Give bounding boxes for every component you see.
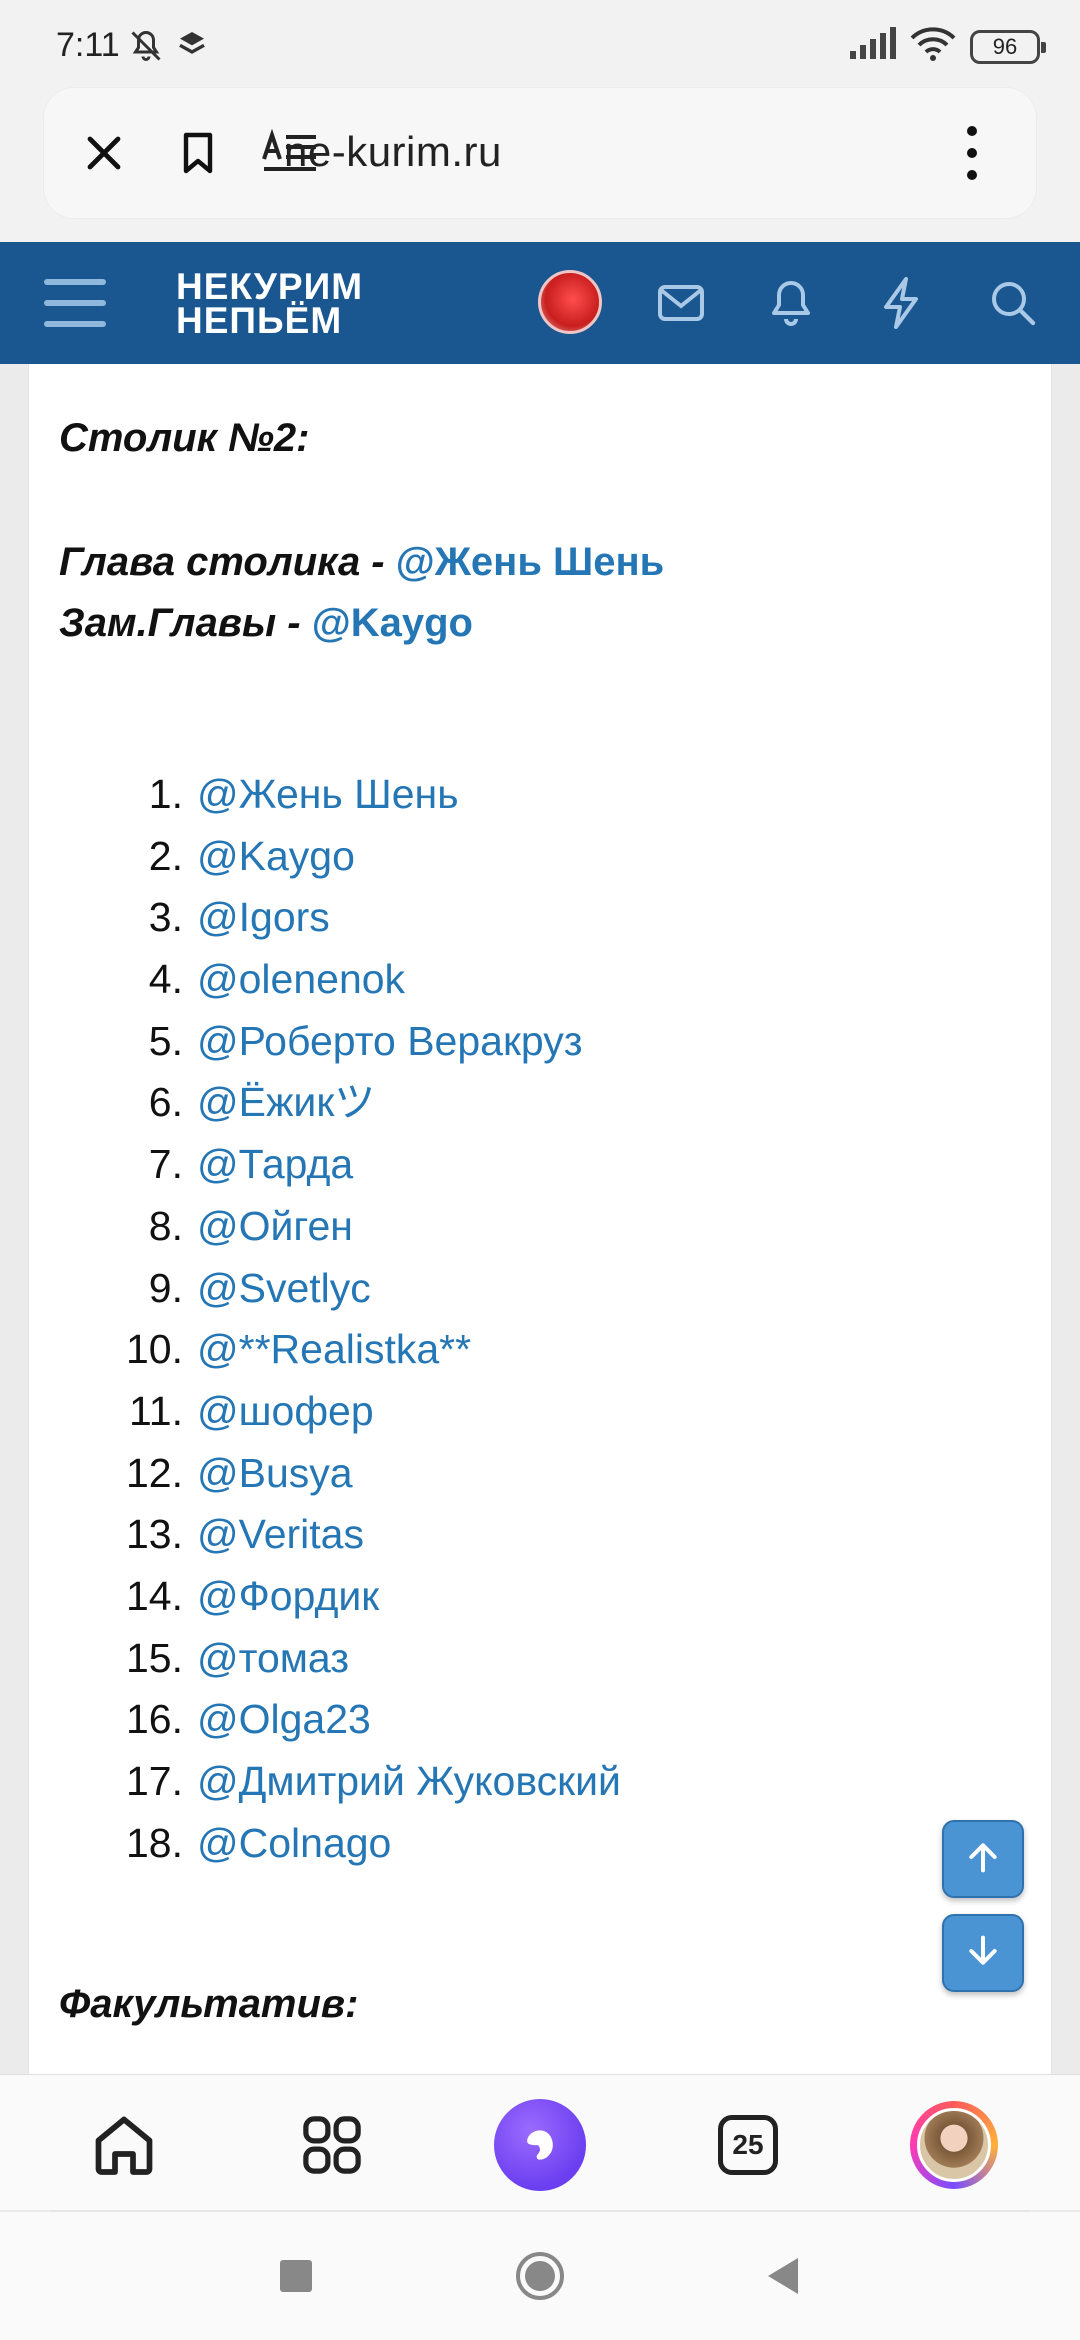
user-avatar[interactable]	[538, 270, 602, 334]
member-mention[interactable]: @Busya	[197, 1450, 353, 1496]
list-item[interactable]: 12. @Busya	[59, 1443, 621, 1505]
list-item[interactable]: 11. @шофер	[59, 1381, 621, 1443]
member-mention[interactable]: @Фордик	[197, 1573, 379, 1619]
head-label: Глава столика -	[59, 540, 396, 584]
search-icon[interactable]	[976, 266, 1050, 340]
member-mention[interactable]: @Veritas	[197, 1511, 364, 1557]
list-item[interactable]: 9. @Svetlyc	[59, 1258, 621, 1320]
url-text[interactable]: ne-kurim.ru	[284, 128, 502, 176]
mail-icon[interactable]	[644, 266, 718, 340]
arrow-down-icon	[963, 1931, 1003, 1976]
list-item[interactable]: 17. @Дмитрий Жуковский	[59, 1751, 621, 1813]
head-line: Глава столика - @Жень Шень	[59, 540, 664, 585]
logo-line1: НЕКУРИМ	[176, 266, 364, 307]
close-icon[interactable]	[72, 121, 136, 185]
bookmark-icon[interactable]	[166, 121, 230, 185]
browser-toolbar: ne-kurim.ru	[0, 88, 1080, 242]
list-item[interactable]: 6. @Ёжикツ	[59, 1072, 621, 1134]
members-list: 1. @Жень Шень 2. @Kaygo 3. @Igors 4. @olenen…	[59, 764, 621, 1874]
profile-photo	[917, 2108, 991, 2182]
alice-assistant-icon[interactable]	[492, 2097, 588, 2193]
head-mention[interactable]: @Жень Шень	[396, 540, 664, 584]
elective-title: Факультатив:	[59, 1982, 359, 2026]
tabs-count: 25	[718, 2115, 778, 2175]
list-item[interactable]: 14. @Фордик	[59, 1566, 621, 1628]
lightning-icon[interactable]	[864, 266, 938, 340]
member-mention[interactable]: @Жень Шень	[197, 771, 459, 817]
logo-line2: НЕПЬЁМ	[176, 300, 343, 341]
list-item[interactable]: 1. @Жень Шень	[59, 764, 621, 826]
signal-icon	[848, 27, 896, 66]
bell-icon[interactable]	[754, 266, 828, 340]
scroll-down-button[interactable]	[942, 1914, 1024, 1992]
list-item[interactable]: 18. @Colnago	[59, 1813, 621, 1875]
screen: 7:11 96 ne-kurim.ru НЕКУРИМ НЕПЬЁМ Столи…	[0, 0, 1080, 2340]
layers-icon	[176, 28, 208, 69]
status-time: 7:11	[56, 26, 120, 64]
member-mention[interactable]: @olenenok	[197, 956, 405, 1002]
battery-level: 96	[992, 33, 1018, 59]
member-mention[interactable]: @Olga23	[197, 1696, 371, 1742]
list-item[interactable]: 15. @томаз	[59, 1628, 621, 1690]
member-mention[interactable]: @Colnago	[197, 1820, 391, 1866]
list-item[interactable]: 5. @Роберто Веракруз	[59, 1011, 621, 1073]
profile-avatar[interactable]	[906, 2097, 1002, 2193]
list-item[interactable]: 10. @**Realistka**	[59, 1319, 621, 1381]
home-system-button[interactable]	[510, 2246, 570, 2306]
list-item[interactable]: 7. @Тарда	[59, 1134, 621, 1196]
member-mention[interactable]: @Ойген	[197, 1203, 353, 1249]
member-mention[interactable]: @Igors	[197, 894, 330, 940]
member-mention[interactable]: @Дмитрий Жуковский	[197, 1758, 621, 1804]
member-mention[interactable]: @шофер	[197, 1388, 374, 1434]
member-mention[interactable]: @Ёжикツ	[197, 1079, 375, 1125]
member-mention[interactable]: @томаз	[197, 1635, 349, 1681]
url-bar[interactable]: ne-kurim.ru	[44, 88, 1036, 218]
deputy-mention[interactable]: @Kaygo	[312, 601, 473, 645]
member-mention[interactable]: @**Realistka**	[197, 1326, 471, 1372]
list-item[interactable]: 16. @Olga23	[59, 1689, 621, 1751]
site-logo[interactable]: НЕКУРИМ НЕПЬЁМ	[176, 266, 364, 341]
list-item[interactable]: 3. @Igors	[59, 887, 621, 949]
apps-grid-icon[interactable]	[284, 2097, 380, 2193]
deputy-line: Зам.Главы - @Kaygo	[59, 601, 473, 646]
battery-indicator: 96	[970, 29, 1046, 64]
status-bar: 7:11 96	[0, 0, 1080, 88]
member-mention[interactable]: @Kaygo	[197, 833, 355, 879]
table-title: Столик №2:	[59, 416, 310, 460]
wifi-icon	[910, 26, 956, 67]
system-nav	[0, 2212, 1080, 2340]
bottom-nav: 25	[0, 2074, 1080, 2210]
post-content: Столик №2: Глава столика - @Жень Шень За…	[28, 364, 1052, 2074]
square-icon	[280, 2260, 312, 2292]
list-item[interactable]: 13. @Veritas	[59, 1504, 621, 1566]
arrow-up-icon	[963, 1837, 1003, 1882]
recents-button[interactable]	[266, 2246, 326, 2306]
list-item[interactable]: 2. @Kaygo	[59, 826, 621, 888]
list-item[interactable]: 4. @olenenok	[59, 949, 621, 1011]
circle-icon	[516, 2252, 564, 2300]
hamburger-menu-icon[interactable]	[38, 266, 112, 340]
more-vertical-icon[interactable]	[940, 121, 1004, 185]
member-mention[interactable]: @Роберто Веракруз	[197, 1018, 583, 1064]
tabs-button[interactable]: 25	[700, 2097, 796, 2193]
member-mention[interactable]: @Тарда	[197, 1141, 353, 1187]
member-mention[interactable]: @Svetlyc	[197, 1265, 371, 1311]
scroll-up-button[interactable]	[942, 1820, 1024, 1898]
triangle-back-icon	[768, 2258, 798, 2294]
deputy-label: Зам.Главы -	[59, 601, 312, 645]
site-header: НЕКУРИМ НЕПЬЁМ	[0, 242, 1080, 364]
bell-off-icon	[128, 28, 164, 69]
back-button[interactable]	[752, 2246, 812, 2306]
list-item[interactable]: 8. @Ойген	[59, 1196, 621, 1258]
home-icon[interactable]	[76, 2097, 172, 2193]
